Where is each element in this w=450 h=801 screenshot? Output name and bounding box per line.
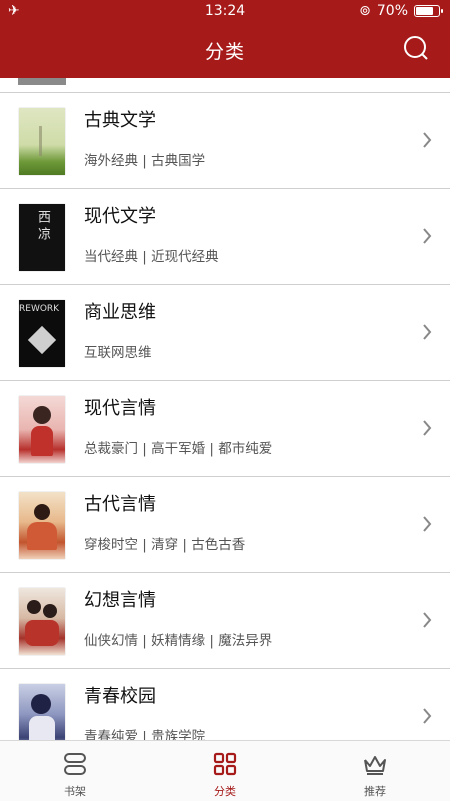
book-cover: REWORK [19, 300, 65, 367]
chevron-right-icon [423, 228, 432, 244]
book-cover [19, 492, 65, 559]
tab-label: 推荐 [364, 785, 386, 798]
list-item-classical-literature[interactable]: 古典文学 海外经典 | 古典国学 [0, 93, 450, 189]
cover-text: REWORK [19, 304, 60, 314]
book-cover [19, 588, 65, 655]
tab-label: 书架 [64, 785, 86, 798]
nav-bar: 分类 [0, 24, 450, 78]
book-cover [19, 108, 65, 175]
category-subtitle: 青春纯爱 | 贵族学院 [84, 729, 206, 740]
cover-text: 西凉 [35, 210, 50, 244]
header-bar: ✈ 13:24 ⊚ 70% 分类 [0, 0, 450, 78]
category-list[interactable]: 古典文学 海外经典 | 古典国学 西凉 现代文学 当代经典 | 近现代经典 RE… [0, 78, 450, 740]
category-title: 幻想言情 [84, 590, 156, 611]
category-subtitle: 海外经典 | 古典国学 [84, 153, 206, 169]
grid-icon [213, 752, 237, 776]
tab-category[interactable]: 分类 [150, 741, 300, 801]
tab-recommend[interactable]: 推荐 [300, 741, 450, 801]
chevron-right-icon [423, 516, 432, 532]
search-icon[interactable] [402, 34, 430, 62]
list-item-ancient-romance[interactable]: 古代言情 穿梭时空 | 清穿 | 古色古香 [0, 477, 450, 573]
category-title: 古典文学 [84, 110, 156, 131]
category-title: 青春校园 [84, 686, 156, 707]
category-title: 现代言情 [84, 398, 156, 419]
status-bar: ✈ 13:24 ⊚ 70% [0, 0, 450, 24]
page-title: 分类 [204, 41, 245, 63]
crown-icon [364, 756, 386, 775]
list-item-partial [0, 78, 450, 93]
category-title: 商业思维 [84, 302, 156, 323]
book-cover [19, 684, 65, 740]
category-subtitle: 互联网思维 [84, 345, 152, 361]
list-item-youth-campus[interactable]: 青春校园 青春纯爱 | 贵族学院 [0, 669, 450, 740]
category-subtitle: 总裁豪门 | 高干军婚 | 都市纯爱 [84, 441, 273, 457]
list-item-fantasy-romance[interactable]: 幻想言情 仙侠幻情 | 妖精情缘 | 魔法异界 [0, 573, 450, 669]
category-subtitle: 穿梭时空 | 清穿 | 古色古香 [84, 537, 246, 553]
category-subtitle: 仙侠幻情 | 妖精情缘 | 魔法异界 [84, 633, 273, 649]
battery-percent: 70% [376, 3, 408, 19]
list-item-business-thinking[interactable]: REWORK 商业思维 互联网思维 [0, 285, 450, 381]
tab-bar: 书架 分类 推荐 [0, 740, 450, 801]
tab-bookshelf[interactable]: 书架 [0, 741, 150, 801]
chevron-right-icon [423, 132, 432, 148]
category-title: 古代言情 [84, 494, 156, 515]
bookshelf-icon [64, 753, 86, 775]
chevron-right-icon [423, 708, 432, 724]
tab-label: 分类 [214, 785, 236, 798]
book-cover: 西凉 [19, 204, 65, 271]
rotation-lock-icon: ⊚ [359, 3, 371, 19]
book-cover [19, 396, 65, 463]
list-item-modern-romance[interactable]: 现代言情 总裁豪门 | 高干军婚 | 都市纯爱 [0, 381, 450, 477]
battery-icon [414, 5, 443, 17]
list-item-modern-literature[interactable]: 西凉 现代文学 当代经典 | 近现代经典 [0, 189, 450, 285]
category-subtitle: 当代经典 | 近现代经典 [84, 249, 219, 265]
chevron-right-icon [423, 612, 432, 628]
chevron-right-icon [423, 420, 432, 436]
category-title: 现代文学 [84, 206, 156, 227]
chevron-right-icon [423, 324, 432, 340]
